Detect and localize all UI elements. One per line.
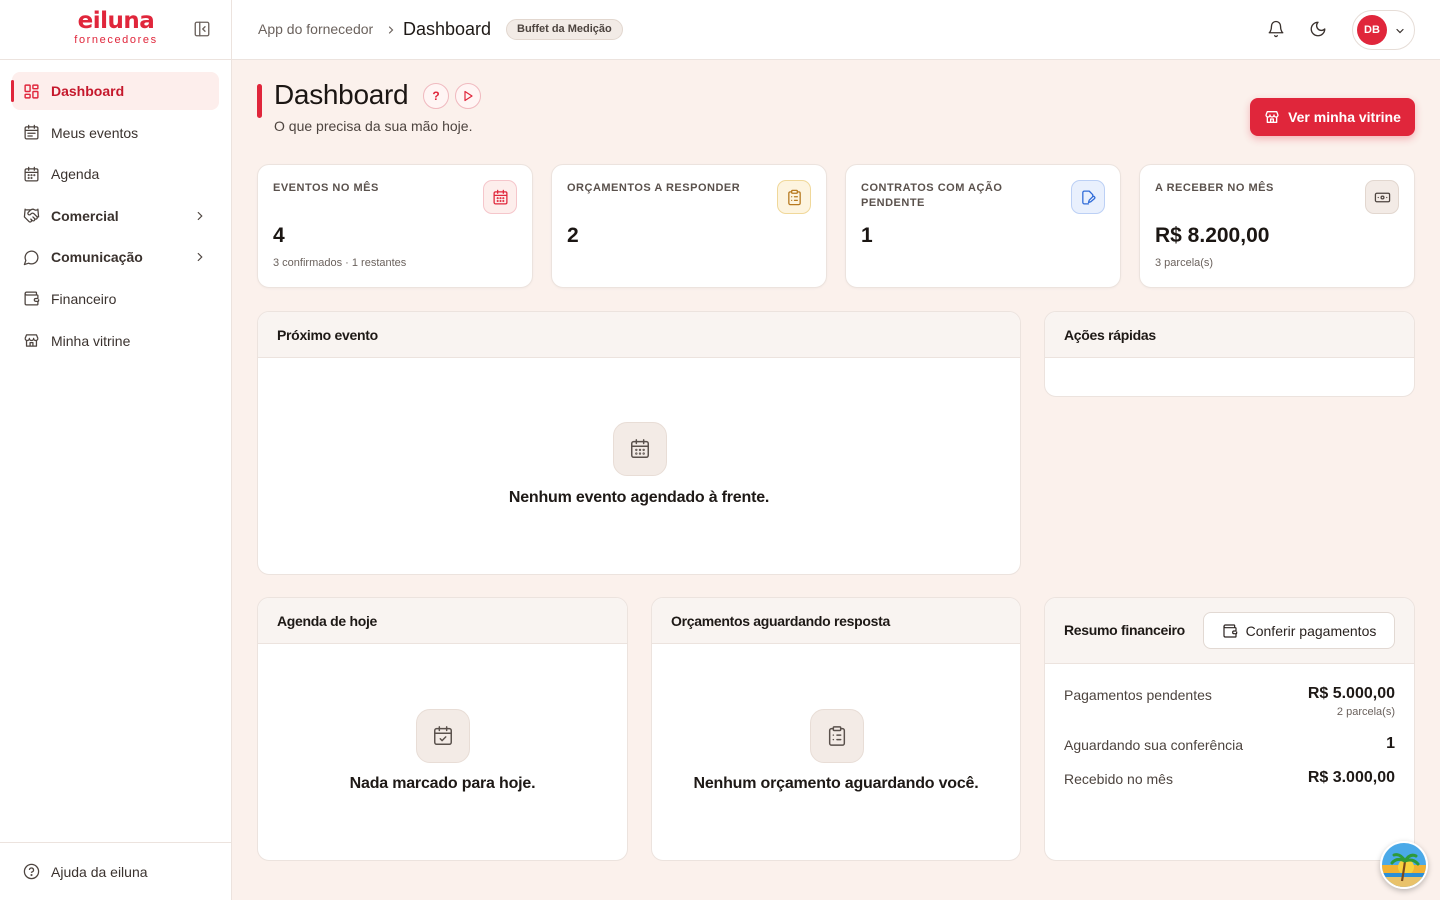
logo-subtitle: fornecedores	[74, 34, 158, 46]
sidebar-item-financeiro[interactable]: Financeiro	[12, 280, 219, 318]
panel-title: Ações rápidas	[1045, 312, 1414, 358]
help-button[interactable]: ?	[423, 83, 449, 109]
play-icon	[462, 90, 474, 102]
calendar-icon	[613, 422, 667, 476]
sidebar-item-label: Dashboard	[51, 83, 125, 99]
sidebar-item-label: Agenda	[51, 166, 100, 183]
page-subtitle: O que precisa da sua mão hoje.	[274, 118, 473, 134]
calendar-icon	[22, 165, 40, 183]
panel-title: Agenda de hoje	[258, 598, 627, 644]
stat-label: EVENTOS NO MÊS	[273, 182, 379, 194]
finance-row-value: 1	[1386, 735, 1395, 752]
clipboard-icon	[777, 180, 811, 214]
empty-state-text: Nenhum orçamento aguardando você.	[693, 775, 979, 792]
chevron-right-icon	[193, 209, 207, 223]
stat-value: 4	[273, 224, 285, 247]
logo-wordmark: eiluna	[77, 8, 155, 34]
layout-grid-icon	[22, 82, 40, 100]
banknote-icon	[1365, 180, 1399, 214]
handshake-icon	[22, 207, 40, 225]
chevron-down-icon	[1394, 24, 1406, 36]
play-tutorial-button[interactable]	[455, 83, 481, 109]
sidebar: eiluna fornecedores Dashboard Meus event…	[0, 0, 232, 900]
check-payments-label: Conferir pagamentos	[1245, 622, 1377, 639]
finance-row-label: Pagamentos pendentes	[1064, 687, 1212, 703]
sidebar-item-dashboard[interactable]: Dashboard	[11, 72, 219, 110]
finance-row-value: R$ 5.000,00	[1307, 685, 1395, 702]
stat-value: 2	[567, 224, 579, 247]
stat-card-contracts[interactable]: CONTRATOS COM AÇÃO PENDENTE 1	[845, 164, 1121, 288]
breadcrumb-current: Dashboard	[403, 19, 492, 39]
sidebar-item-label: Financeiro	[51, 290, 117, 307]
edit-document-icon	[1071, 180, 1105, 214]
stat-value: R$ 8.200,00	[1155, 224, 1270, 247]
chevron-right-icon	[193, 250, 207, 264]
next-event-panel: Próximo evento Nenhum evento agendado à …	[257, 311, 1021, 575]
sidebar-item-label: Comunicação	[51, 249, 143, 266]
stat-subtext: 3 parcela(s)	[1155, 257, 1214, 269]
sidebar-item-minha-vitrine[interactable]: Minha vitrine	[12, 322, 219, 360]
message-circle-icon	[22, 248, 40, 266]
stat-label: CONTRATOS COM AÇÃO PENDENTE	[861, 182, 1003, 209]
finance-row-label: Recebido no mês	[1064, 771, 1173, 787]
quick-actions-panel: Ações rápidas	[1044, 311, 1415, 397]
help-question-mark: ?	[432, 89, 440, 103]
beach-assistant-icon[interactable]	[1380, 841, 1428, 889]
moon-icon[interactable]	[1309, 20, 1329, 40]
sidebar-help-link[interactable]: Ajuda da eiluna	[0, 842, 231, 900]
sidebar-item-meus-eventos[interactable]: Meus eventos	[12, 114, 219, 152]
panel-title: Próximo evento	[258, 312, 1020, 358]
check-payments-button[interactable]: Conferir pagamentos	[1203, 612, 1395, 649]
stat-label: ORÇAMENTOS A RESPONDER	[567, 182, 741, 194]
empty-state-text: Nada marcado para hoje.	[349, 775, 536, 792]
panel-title: Resumo financeiro	[1064, 622, 1185, 638]
help-circle-icon	[22, 863, 40, 881]
sidebar-nav: Dashboard Meus eventos Agenda Comercial	[0, 60, 231, 360]
clipboard-icon	[810, 709, 864, 763]
eiluna-logo[interactable]: eiluna fornecedores	[70, 10, 162, 47]
chevron-right-icon	[385, 23, 397, 37]
finance-row-value: R$ 3.000,00	[1307, 769, 1395, 786]
wallet-icon	[22, 290, 40, 308]
store-icon	[22, 332, 40, 350]
topbar: App do fornecedor Dashboard Buffet da Me…	[232, 0, 1440, 60]
stat-subtext: 3 confirmados · 1 restantes	[273, 257, 407, 269]
avatar: DB	[1357, 15, 1387, 45]
calendar-check-icon	[416, 709, 470, 763]
finance-row-label: Aguardando sua conferência	[1064, 737, 1244, 753]
calendar-list-icon	[22, 124, 40, 142]
panel-header: Resumo financeiro Conferir pagamentos	[1045, 598, 1414, 664]
sidebar-item-agenda[interactable]: Agenda	[12, 155, 219, 193]
pending-quotes-panel: Orçamentos aguardando resposta Nenhum or…	[651, 597, 1021, 861]
sidebar-item-label: Comercial	[51, 207, 119, 224]
stat-card-events[interactable]: EVENTOS NO MÊS 4 3 confirmados · 1 resta…	[257, 164, 533, 288]
sidebar-item-comunicacao[interactable]: Comunicação	[12, 238, 219, 276]
panel-title: Orçamentos aguardando resposta	[652, 598, 1020, 644]
sidebar-item-comercial[interactable]: Comercial	[12, 197, 219, 235]
empty-state-text: Nenhum evento agendado à frente.	[508, 489, 770, 506]
brand-header: eiluna fornecedores	[0, 0, 231, 60]
sidebar-footer-label: Ajuda da eiluna	[51, 863, 148, 880]
financial-summary-panel: Resumo financeiro Conferir pagamentos Pa…	[1044, 597, 1415, 861]
bell-icon[interactable]	[1267, 20, 1287, 40]
stat-card-quotes[interactable]: ORÇAMENTOS A RESPONDER 2	[551, 164, 827, 288]
store-icon	[1265, 111, 1279, 123]
wallet-icon	[1223, 623, 1237, 638]
sidebar-collapse-icon[interactable]	[193, 20, 213, 40]
view-storefront-label: Ver minha vitrine	[1288, 109, 1401, 125]
user-menu[interactable]: DB	[1352, 10, 1415, 50]
stat-value: 1	[861, 224, 873, 247]
stat-card-receivables[interactable]: A RECEBER NO MÊS R$ 8.200,00 3 parcela(s…	[1139, 164, 1415, 288]
stat-label: A RECEBER NO MÊS	[1155, 182, 1274, 194]
view-storefront-button[interactable]: Ver minha vitrine	[1250, 98, 1415, 136]
sidebar-item-label: Meus eventos	[51, 124, 139, 141]
page-title: Dashboard	[274, 79, 409, 110]
breadcrumb-parent[interactable]: App do fornecedor	[258, 21, 373, 37]
sidebar-item-label: Minha vitrine	[51, 332, 131, 349]
business-badge: Buffet da Medição	[506, 19, 623, 40]
today-agenda-panel: Agenda de hoje Nada marcado para hoje.	[257, 597, 628, 861]
finance-row-subtext: 2 parcela(s)	[1336, 706, 1395, 718]
calendar-icon	[483, 180, 517, 214]
title-accent-bar	[257, 84, 262, 118]
